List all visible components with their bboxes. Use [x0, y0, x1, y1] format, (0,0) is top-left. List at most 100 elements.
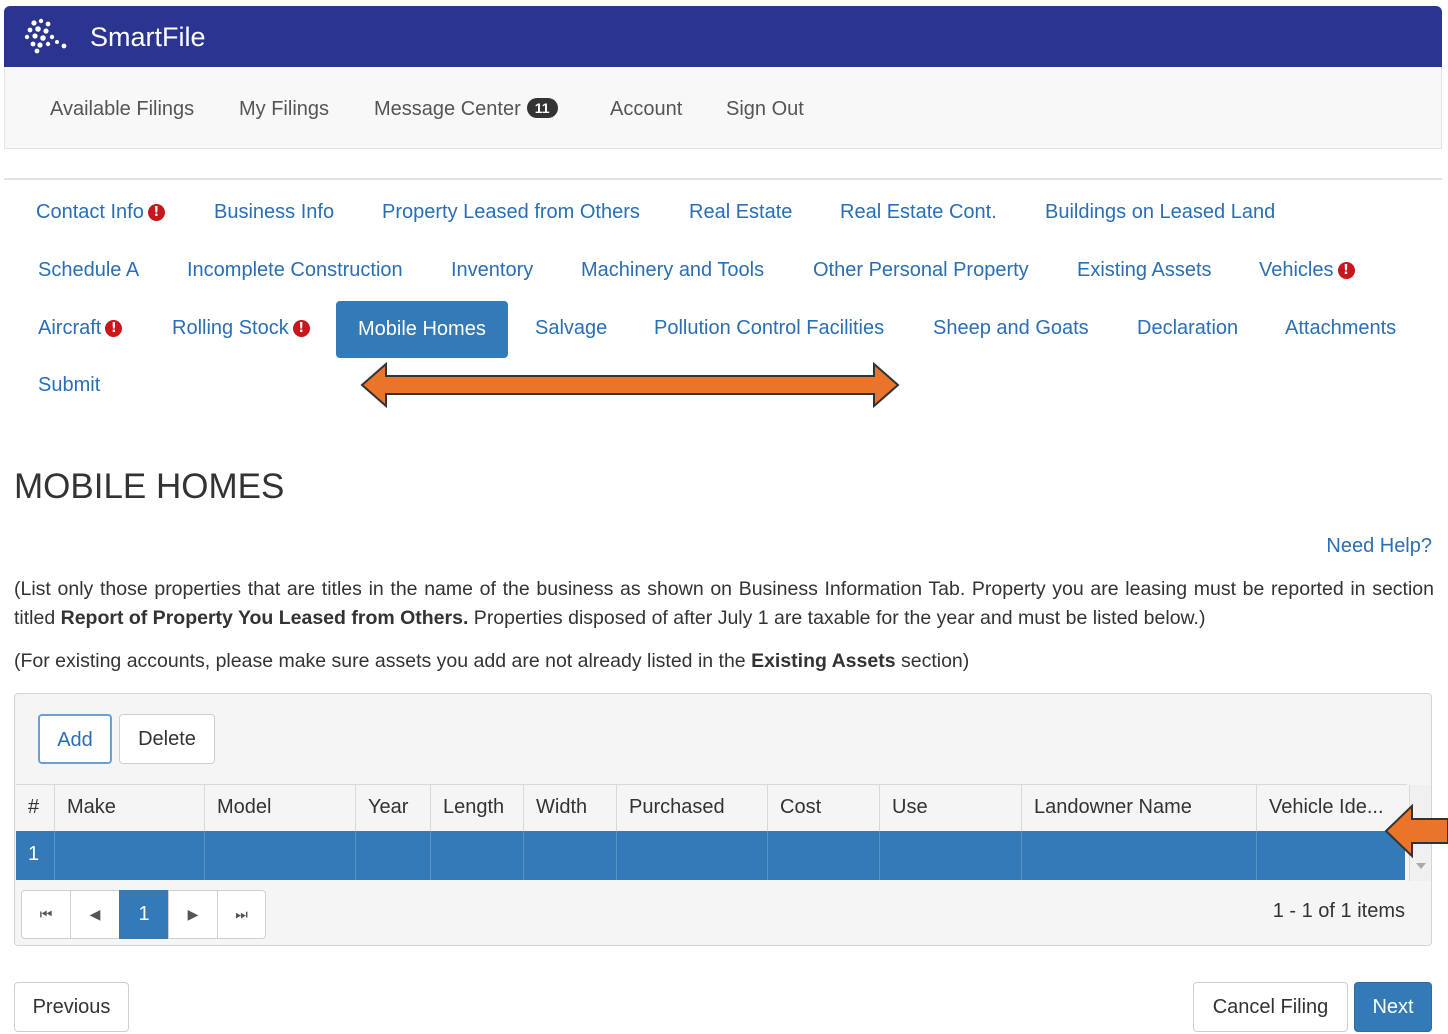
- left-arrow-annotation-icon: [1384, 803, 1448, 859]
- table-row[interactable]: 1: [16, 831, 1405, 880]
- delete-button[interactable]: Delete: [119, 714, 215, 764]
- tab-label: Aircraft: [38, 317, 102, 339]
- main-nav: Available Filings My Filings Message Cen…: [4, 67, 1442, 149]
- instructions-bold-text: Report of Property You Leased from Other…: [60, 607, 469, 629]
- column-header-year[interactable]: Year: [355, 785, 430, 832]
- tab-buildings-leased-land[interactable]: Buildings on Leased Land: [1043, 184, 1277, 241]
- note-text: section): [895, 650, 970, 672]
- page-title: MOBILE HOMES: [14, 467, 285, 506]
- cancel-filing-button[interactable]: Cancel Filing: [1193, 982, 1348, 1032]
- tab-salvage[interactable]: Salvage: [533, 300, 609, 357]
- nav-sign-out[interactable]: Sign Out: [726, 98, 804, 121]
- pager-next-button[interactable]: ▶: [168, 890, 218, 939]
- model-cell[interactable]: [204, 831, 355, 880]
- instructions-text: Properties disposed of after July 1 are …: [468, 607, 1206, 629]
- nav-account[interactable]: Account: [610, 98, 682, 121]
- tab-label: Contact Info: [36, 201, 144, 223]
- tab-label: Mobile Homes: [358, 318, 486, 340]
- tab-attachments[interactable]: Attachments: [1283, 300, 1398, 357]
- column-header-width[interactable]: Width: [523, 785, 616, 832]
- column-header-make[interactable]: Make: [54, 785, 204, 832]
- warning-icon: !: [105, 320, 123, 337]
- need-help-link[interactable]: Need Help?: [1326, 535, 1432, 558]
- next-button[interactable]: Next: [1354, 982, 1432, 1032]
- tab-submit[interactable]: Submit: [36, 357, 102, 414]
- tab-label: Incomplete Construction: [187, 259, 403, 281]
- tab-label: Business Info: [214, 201, 335, 223]
- tab-other-personal-property[interactable]: Other Personal Property: [811, 242, 1031, 299]
- nav-message-center-label: Message Center: [374, 98, 521, 120]
- add-button[interactable]: Add: [38, 714, 112, 764]
- warning-icon: !: [1337, 262, 1355, 279]
- tab-aircraft[interactable]: Aircraft!: [36, 300, 124, 357]
- mobile-homes-grid: Add Delete # Make Model Year Length Widt…: [14, 693, 1432, 946]
- tab-label: Property Leased from Others: [382, 201, 640, 223]
- width-cell[interactable]: [523, 831, 616, 880]
- tab-pollution-control[interactable]: Pollution Control Facilities: [652, 300, 886, 357]
- tab-inventory[interactable]: Inventory: [449, 242, 535, 299]
- pager-first-button[interactable]: ⏮: [21, 890, 71, 939]
- purchased-cell[interactable]: [616, 831, 767, 880]
- previous-button[interactable]: Previous: [14, 982, 129, 1032]
- landowner-name-cell[interactable]: [1021, 831, 1256, 880]
- tab-real-estate[interactable]: Real Estate: [687, 184, 794, 241]
- existing-accounts-note: (For existing accounts, please make sure…: [14, 647, 1434, 676]
- use-cell[interactable]: [879, 831, 1021, 880]
- tab-label: Vehicles: [1259, 259, 1334, 281]
- cost-cell[interactable]: [767, 831, 879, 880]
- tab-machinery-tools[interactable]: Machinery and Tools: [579, 242, 766, 299]
- tab-property-leased[interactable]: Property Leased from Others: [380, 184, 642, 241]
- pager-prev-button[interactable]: ◀: [70, 890, 120, 939]
- nav-message-center[interactable]: Message Center 11: [374, 98, 558, 121]
- column-header-use[interactable]: Use: [879, 785, 1021, 832]
- tab-mobile-homes[interactable]: Mobile Homes: [336, 301, 508, 358]
- row-number-cell[interactable]: 1: [16, 831, 54, 880]
- year-cell[interactable]: [355, 831, 430, 880]
- app-brand: SmartFile: [90, 22, 206, 52]
- note-text: (For existing accounts, please make sure…: [14, 650, 752, 672]
- tab-sheep-goats[interactable]: Sheep and Goats: [931, 300, 1091, 357]
- smartfile-logo-icon: [24, 18, 67, 54]
- tab-label: Rolling Stock: [172, 317, 289, 339]
- tab-label: Schedule A: [38, 259, 140, 281]
- tab-rolling-stock[interactable]: Rolling Stock!: [170, 300, 312, 357]
- panel-divider: [4, 178, 1442, 180]
- tab-label: Real Estate: [689, 201, 793, 223]
- column-header-purchased[interactable]: Purchased: [616, 785, 767, 832]
- column-header-length[interactable]: Length: [430, 785, 523, 832]
- column-header-number[interactable]: #: [16, 785, 54, 832]
- tab-label: Attachments: [1285, 317, 1397, 339]
- tab-incomplete-construction[interactable]: Incomplete Construction: [185, 242, 405, 299]
- tab-label: Pollution Control Facilities: [654, 317, 885, 339]
- tab-label: Other Personal Property: [813, 259, 1029, 281]
- tab-contact-info[interactable]: Contact Info!: [34, 184, 167, 241]
- tab-label: Machinery and Tools: [581, 259, 765, 281]
- column-header-landowner-name[interactable]: Landowner Name: [1021, 785, 1256, 832]
- length-cell[interactable]: [430, 831, 523, 880]
- pager-last-button[interactable]: ⏭: [217, 890, 266, 939]
- nav-available-filings[interactable]: Available Filings: [50, 98, 194, 121]
- warning-icon: !: [147, 204, 165, 221]
- tab-declaration[interactable]: Declaration: [1135, 300, 1240, 357]
- tab-label: Real Estate Cont.: [840, 201, 997, 223]
- instructions-paragraph: (List only those properties that are tit…: [14, 575, 1434, 633]
- tab-vehicles[interactable]: Vehicles!: [1257, 242, 1357, 299]
- column-header-model[interactable]: Model: [204, 785, 355, 832]
- make-cell[interactable]: [54, 831, 204, 880]
- tab-existing-assets[interactable]: Existing Assets: [1075, 242, 1214, 299]
- tab-label: Salvage: [535, 317, 608, 339]
- tab-label: Submit: [38, 374, 101, 396]
- double-arrow-annotation-icon: [360, 362, 900, 408]
- tab-label: Existing Assets: [1077, 259, 1212, 281]
- tab-schedule-a[interactable]: Schedule A: [36, 242, 141, 299]
- message-count-badge: 11: [526, 98, 558, 118]
- nav-my-filings[interactable]: My Filings: [239, 98, 329, 121]
- note-bold-text: Existing Assets: [751, 650, 896, 672]
- tab-business-info[interactable]: Business Info: [212, 184, 336, 241]
- column-header-cost[interactable]: Cost: [767, 785, 879, 832]
- tab-real-estate-cont[interactable]: Real Estate Cont.: [838, 184, 999, 241]
- tab-label: Inventory: [451, 259, 534, 281]
- grid-header: # Make Model Year Length Width Purchased…: [16, 784, 1407, 832]
- scroll-down-icon[interactable]: [1416, 863, 1426, 869]
- pager-page-1[interactable]: 1: [119, 890, 169, 939]
